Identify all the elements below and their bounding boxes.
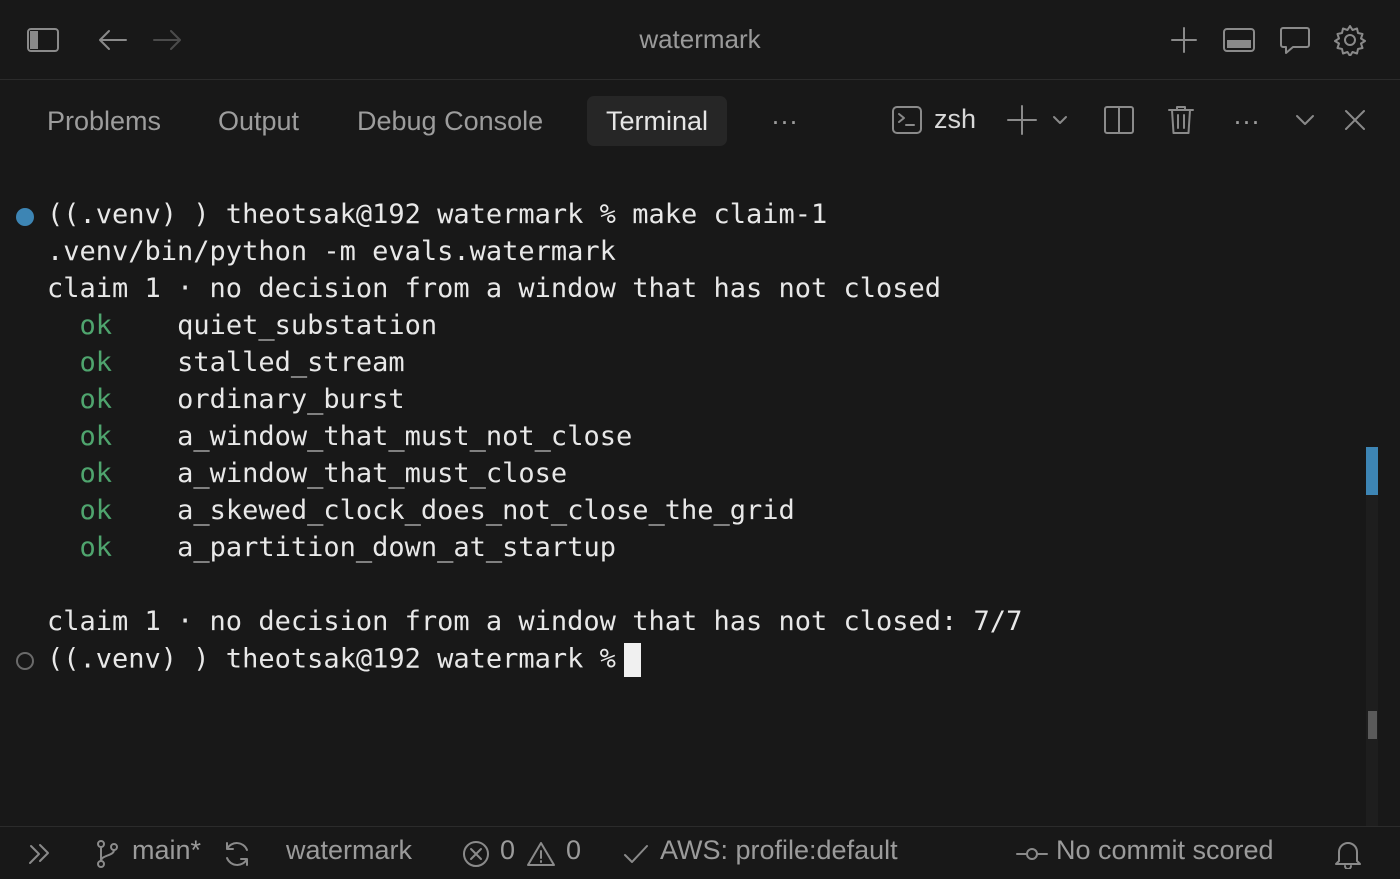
sync-icon[interactable]: [220, 837, 254, 871]
tab-problems[interactable]: Problems: [28, 96, 180, 146]
new-terminal-icon[interactable]: [1002, 100, 1042, 140]
claim-header: claim 1 · no decision from a window that…: [47, 273, 942, 304]
result-name: a_skewed_clock_does_not_close_the_grid: [177, 495, 795, 526]
check-icon[interactable]: [619, 837, 653, 871]
command: make claim-1: [632, 199, 828, 230]
result-row: ok ordinary_burst: [47, 384, 405, 415]
scrollbar-position-marker: [1366, 447, 1378, 495]
result-name: a_partition_down_at_startup: [177, 532, 616, 563]
terminal-icon[interactable]: [887, 100, 927, 140]
error-count[interactable]: 0: [500, 835, 515, 866]
result-row: ok a_window_that_must_not_close: [47, 421, 633, 452]
result-status: ok: [79, 310, 113, 341]
scrollbar-thumb[interactable]: [1368, 711, 1377, 739]
tab-debug-console[interactable]: Debug Console: [338, 96, 562, 146]
tab-output[interactable]: Output: [199, 96, 318, 146]
terminal-line: .venv/bin/python -m evals.watermark: [47, 236, 616, 267]
result-row: ok a_window_that_must_close: [47, 458, 568, 489]
more-actions-button[interactable]: ···: [1214, 96, 1279, 146]
panel-toggle-icon[interactable]: [1221, 22, 1257, 58]
commit-icon[interactable]: [1015, 837, 1049, 871]
status-bar: main* watermark 0 0 AWS: profile:default…: [0, 826, 1400, 879]
result-row: ok stalled_stream: [47, 347, 405, 378]
split-icon[interactable]: [1099, 100, 1139, 140]
terminal-cursor: [623, 643, 641, 677]
more-tabs-button[interactable]: ···: [752, 96, 817, 146]
error-icon[interactable]: [459, 837, 493, 871]
panel-header: Problems Output Debug Console Terminal ·…: [0, 80, 1400, 164]
warning-icon[interactable]: [524, 837, 558, 871]
result-row: ok a_skewed_clock_does_not_close_the_gri…: [47, 495, 795, 526]
result-row: ok a_partition_down_at_startup: [47, 532, 616, 563]
scrollbar-track[interactable]: [1366, 447, 1378, 827]
claim-summary: claim 1 · no decision from a window that…: [47, 606, 1023, 637]
branch-name[interactable]: main*: [132, 835, 201, 866]
terminal-line: ((.venv) ) theotsak@192 watermark % make…: [47, 199, 827, 230]
warning-count[interactable]: 0: [566, 835, 581, 866]
tab-terminal[interactable]: Terminal: [587, 96, 728, 146]
result-status: ok: [79, 495, 113, 526]
command-pending-dot[interactable]: [16, 652, 34, 670]
result-name: a_window_that_must_not_close: [177, 421, 633, 452]
remote-icon[interactable]: [22, 837, 56, 871]
result-row: ok quiet_substation: [47, 310, 438, 341]
result-status: ok: [79, 384, 113, 415]
close-icon[interactable]: [1335, 100, 1375, 140]
bell-icon[interactable]: [1331, 837, 1365, 871]
result-status: ok: [79, 458, 113, 489]
result-status: ok: [79, 347, 113, 378]
result-name: stalled_stream: [177, 347, 405, 378]
chevron-down-icon[interactable]: [1285, 100, 1325, 140]
result-name: ordinary_burst: [177, 384, 405, 415]
result-status: ok: [79, 532, 113, 563]
result-status: ok: [79, 421, 113, 452]
result-name: quiet_substation: [177, 310, 438, 341]
aws-profile[interactable]: AWS: profile:default: [660, 835, 898, 866]
folder-name[interactable]: watermark: [286, 835, 412, 866]
commit-status[interactable]: No commit scored: [1056, 835, 1274, 866]
gear-icon[interactable]: [1332, 22, 1368, 58]
trash-icon[interactable]: [1161, 100, 1201, 140]
terminal-output[interactable]: ((.venv) ) theotsak@192 watermark % make…: [0, 164, 1366, 826]
chat-icon[interactable]: [1277, 22, 1313, 58]
plus-icon[interactable]: [1166, 22, 1202, 58]
prompt: ((.venv) ) theotsak@192 watermark %: [47, 199, 633, 230]
result-name: a_window_that_must_close: [177, 458, 568, 489]
terminal-line: ((.venv) ) theotsak@192 watermark %: [47, 643, 641, 677]
shell-name[interactable]: zsh: [934, 104, 976, 135]
branch-icon[interactable]: [90, 837, 124, 871]
prompt: ((.venv) ) theotsak@192 watermark %: [47, 643, 616, 675]
chevron-down-icon[interactable]: [1040, 100, 1080, 140]
command-success-dot[interactable]: [16, 208, 34, 226]
title-bar: watermark: [0, 0, 1400, 80]
